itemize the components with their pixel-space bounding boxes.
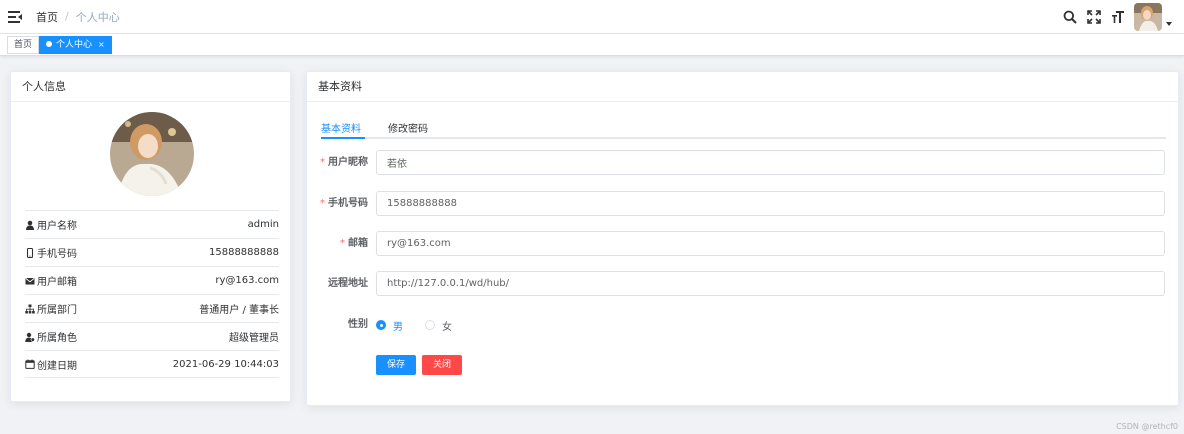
profile-card-title: 个人信息 [11,72,290,102]
info-value: 普通用户 / 董事长 [199,305,279,316]
info-label: 创建日期 [37,360,77,372]
tag-profile[interactable]: 个人中心 × [39,36,112,54]
info-row-role: 所属角色 超级管理员 [25,322,279,350]
close-button[interactable]: 关闭 [422,355,463,375]
form-row-gender: 性别 男 女 [307,312,1180,338]
info-row-email: 用户邮箱 ry@163.com [25,266,279,294]
tag-home[interactable]: 首页 [7,36,40,54]
info-value: 2021-06-29 10:44:03 [172,358,279,370]
chevron-down-icon[interactable] [1166,22,1172,26]
tab-active-indicator [321,137,365,139]
breadcrumb-home[interactable]: 首页 [36,9,58,25]
nickname-label: * 用户昵称 [320,157,368,168]
breadcrumb-current: 个人中心 [75,10,120,24]
user-avatar[interactable] [1134,3,1162,31]
radio-checked-icon [376,320,386,330]
date-icon [25,359,35,369]
profile-info-list: 用户名称 admin 手机号码 15888888888 用户邮箱 ry@163.… [25,210,279,378]
profile-tabs: 基本资料 修改密码 [321,117,1166,139]
close-icon[interactable]: × [98,40,105,49]
required-marker: * [320,157,325,168]
required-marker: * [340,238,345,249]
profile-card: 个人信息 用户名称 admin 手机号码 15888888888 用户邮箱 ry… [10,71,291,402]
info-label: 所属角色 [37,333,77,344]
info-value: 超级管理员 [229,333,279,344]
email-icon [25,277,35,284]
form-row-remote: 远程地址 [307,271,1180,297]
remote-label: 远程地址 [328,278,368,289]
tag-home-label: 首页 [14,40,33,50]
role-icon [25,332,35,342]
remote-address-input[interactable] [376,271,1165,296]
breadcrumb-separator: / [65,10,69,23]
info-value: ry@163.com [215,275,279,286]
info-value: admin [247,219,279,230]
tab-change-password[interactable]: 修改密码 [388,120,428,135]
gender-radio-male[interactable]: 男 [376,318,403,333]
info-label: 所属部门 [37,305,77,316]
radio-unchecked-icon [425,320,435,330]
info-label: 用户邮箱 [37,277,77,288]
basic-info-card: 基本资料 基本资料 修改密码 *用户昵称 *手机号码 *邮箱 远程地址 性别 男… [306,71,1179,406]
save-button[interactable]: 保存 [376,355,417,375]
required-marker: * [320,198,325,209]
tags-view: 首页 个人中心 × [0,34,1184,56]
tag-profile-label: 个人中心 [56,40,93,50]
info-row-department: 所属部门 普通用户 / 董事长 [25,294,279,322]
phone-label: * 手机号码 [320,198,368,209]
phone-icon [26,247,34,258]
user-icon [26,220,34,230]
nickname-input[interactable] [376,150,1165,175]
email-input[interactable] [376,231,1165,256]
info-label: 手机号码 [37,249,77,260]
profile-avatar[interactable] [110,112,194,196]
form-row-nickname: * 用户昵称 [307,150,1180,176]
search-icon[interactable] [1058,5,1082,29]
gender-label: 性别 [348,319,368,330]
info-row-created: 创建日期 2021-06-29 10:44:03 [25,350,279,378]
info-value: 15888888888 [209,247,279,258]
info-row-username: 用户名称 admin [25,210,279,238]
gender-radio-female[interactable]: 女 [425,318,452,333]
top-navbar: 首页 / 个人中心 [0,0,1184,34]
font-size-icon[interactable] [1106,5,1130,29]
tab-basic-info[interactable]: 基本资料 [321,120,361,135]
tree-icon [25,304,35,313]
form-row-actions: 保存 关闭 [307,355,1180,381]
phone-input[interactable] [376,191,1165,216]
form-row-email: * 邮箱 [307,231,1180,257]
navbar-right-menu [1058,0,1172,34]
fullscreen-icon[interactable] [1082,5,1106,29]
info-label: 用户名称 [37,221,77,232]
basic-info-card-title: 基本资料 [307,72,1178,102]
gender-radio-group: 男 女 [376,312,474,338]
form-row-phone: * 手机号码 [307,191,1180,217]
email-label: * 邮箱 [340,238,368,249]
hamburger-icon[interactable] [8,10,22,23]
watermark: CSDN @rethcf0 [1116,422,1178,431]
breadcrumb: 首页 / 个人中心 [36,9,120,25]
info-row-phone: 手机号码 15888888888 [25,238,279,266]
active-dot-icon [46,41,52,47]
